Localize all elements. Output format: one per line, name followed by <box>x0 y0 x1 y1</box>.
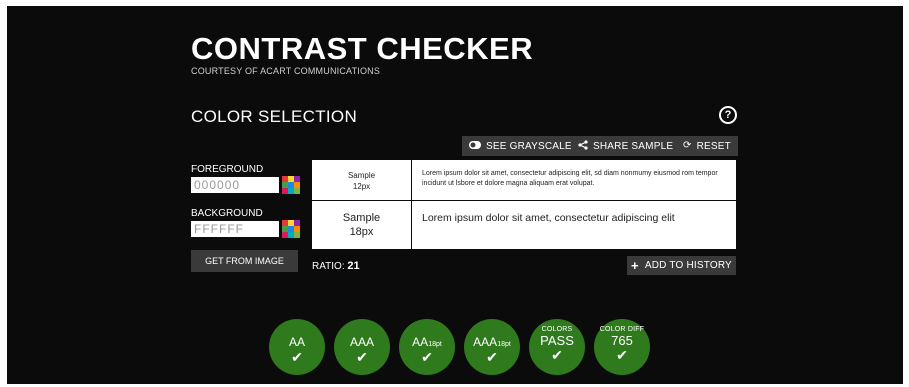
sample-12px-label-line2: 12px <box>352 182 371 191</box>
check-icon: ✔ <box>291 349 303 365</box>
sample-preview: Sample 12px Lorem ipsum dolor sit amet, … <box>312 160 736 249</box>
ratio-label: RATIO: <box>312 261 345 272</box>
result-aa-18pt-main: AA <box>412 335 429 349</box>
result-colors: COLORS PASS ✔ <box>529 319 585 375</box>
foreground-label: FOREGROUND <box>191 164 264 175</box>
share-sample-label: SHARE SAMPLE <box>593 140 674 152</box>
add-to-history-button[interactable]: + ADD TO HISTORY <box>627 256 736 275</box>
result-aa-18pt: AA18pt ✔ <box>399 319 455 375</box>
reset-button[interactable]: ⟳ RESET <box>676 136 738 156</box>
section-heading: COLOR SELECTION <box>191 107 358 126</box>
share-icon <box>578 139 588 153</box>
check-icon: ✔ <box>486 349 498 365</box>
foreground-color-picker-icon[interactable] <box>282 176 300 194</box>
foreground-input[interactable]: 000000 <box>191 177 279 193</box>
result-aaa-main: AAA <box>349 335 374 349</box>
refresh-icon: ⟳ <box>683 140 692 151</box>
sample-12px-label-line1: Sample <box>347 171 376 180</box>
result-color-diff-label: COLOR DIFF <box>599 326 645 333</box>
help-icon[interactable]: ? <box>719 106 737 124</box>
ratio-readout: RATIO: 21 <box>312 260 360 272</box>
result-colors-label: COLORS <box>541 326 573 333</box>
result-aaa-label: AAA <box>334 335 390 349</box>
page-subtitle: COURTESY OF ACART COMMUNICATIONS <box>191 66 381 76</box>
result-colors-value: PASS <box>540 333 574 348</box>
get-from-image-button[interactable]: GET FROM IMAGE <box>191 250 298 272</box>
sample-18px-label: Sample 18px <box>312 201 412 249</box>
result-color-diff-value: 765 <box>611 333 633 348</box>
result-aaa-18pt-main: AAA <box>473 335 498 349</box>
result-aa-18pt-label: AA18pt <box>399 335 455 349</box>
reset-label: RESET <box>696 140 731 152</box>
result-aa-label: AA <box>269 335 325 349</box>
result-aa-18pt-suffix: 18pt <box>428 341 442 348</box>
check-icon: ✔ <box>616 347 628 363</box>
result-aaa-18pt-label: AAA18pt <box>464 335 520 349</box>
plus-icon: + <box>631 258 639 273</box>
sample-18px-label-line2: 18px <box>349 226 374 238</box>
background-input[interactable]: FFFFFF <box>191 221 279 237</box>
result-aaa-18pt: AAA18pt ✔ <box>464 319 520 375</box>
sample-18px-text: Lorem ipsum dolor sit amet, consectetur … <box>422 212 675 224</box>
result-aaa: AAA ✔ <box>334 319 390 375</box>
sample-12px-label: Sample 12px <box>312 160 412 201</box>
check-icon: ✔ <box>421 349 433 365</box>
sample-12px-text: Lorem ipsum dolor sit amet, consectetur … <box>412 160 736 201</box>
result-aaa-18pt-suffix: 18pt <box>497 341 511 348</box>
see-grayscale-button[interactable]: SEE GRAYSCALE <box>462 136 579 156</box>
check-icon: ✔ <box>551 347 563 363</box>
share-sample-button[interactable]: SHARE SAMPLE <box>571 136 681 156</box>
result-aa: AA ✔ <box>269 319 325 375</box>
check-icon: ✔ <box>356 349 368 365</box>
toggle-icon <box>469 140 481 152</box>
ratio-value: 21 <box>347 260 360 272</box>
see-grayscale-label: SEE GRAYSCALE <box>486 140 572 152</box>
result-color-diff: COLOR DIFF 765 ✔ <box>594 319 650 375</box>
sample-18px-label-line1: Sample <box>342 212 381 224</box>
background-color-picker-icon[interactable] <box>282 220 300 238</box>
background-label: BACKGROUND <box>191 208 263 219</box>
page-title: CONTRAST CHECKER <box>191 31 534 66</box>
result-aa-main: AA <box>288 335 305 349</box>
add-to-history-label: ADD TO HISTORY <box>644 260 732 271</box>
